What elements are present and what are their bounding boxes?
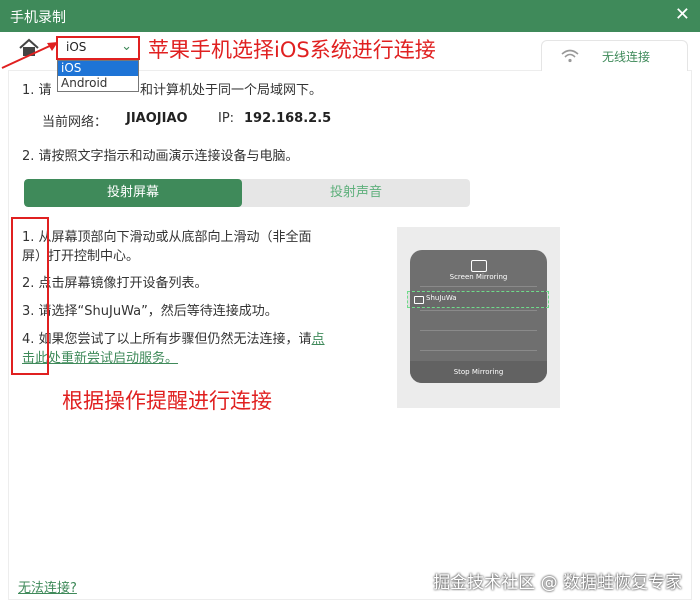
close-icon[interactable]: ✕ xyxy=(675,4,690,25)
os-option-ios[interactable]: iOS xyxy=(58,61,138,76)
window-title: 手机录制 xyxy=(10,10,66,26)
restart-service-link-a[interactable]: 点 xyxy=(312,332,325,347)
ip-value: 192.168.2.5 xyxy=(244,111,332,126)
step-4-text: 4. 如果您尝试了以上所有步骤但仍然无法连接，请 xyxy=(22,332,312,347)
device-icon xyxy=(414,296,424,304)
info-line1-suffix: 和计算机处于同一个局域网下。 xyxy=(140,83,323,98)
wifi-icon xyxy=(561,49,579,63)
os-option-android[interactable]: Android xyxy=(58,76,138,91)
divider xyxy=(420,350,537,351)
tab-cast-screen[interactable]: 投射屏幕 xyxy=(24,179,242,207)
step-1-line-a: 1. 从屏幕顶部向下滑动或从底部向上滑动（非全面 xyxy=(22,230,312,245)
device-row-highlight: ShuJuWa xyxy=(407,291,549,308)
watermark: 掘金技术社区 @ 数据蛙恢复专家 xyxy=(433,573,682,593)
step-3: 3. 请选择“ShuJuWa”，然后等待连接成功。 xyxy=(22,304,278,319)
network-label: 当前网络： xyxy=(42,115,108,130)
divider xyxy=(420,330,537,331)
annotation-steps-box xyxy=(11,217,49,375)
mode-tabs: 投射屏幕 投射声音 xyxy=(24,179,470,207)
annotation-arrow xyxy=(1,42,58,69)
ip-label: IP: xyxy=(218,111,235,126)
os-select-value: iOS xyxy=(66,40,87,54)
tab-wireless-connect[interactable]: 无线连接 xyxy=(541,40,688,71)
divider xyxy=(420,310,537,311)
os-select[interactable]: iOS ⌄ xyxy=(56,36,140,60)
annotation-follow-steps: 根据操作提醒进行连接 xyxy=(62,389,272,413)
phone-demo-panel: Screen Mirroring Stop Mirroring xyxy=(410,250,547,383)
phone-heading: Screen Mirroring xyxy=(449,273,508,281)
wireless-tab-label: 无线连接 xyxy=(602,50,651,64)
cannot-connect-link[interactable]: 无法连接? xyxy=(18,577,77,596)
phone-stop-label: Stop Mirroring xyxy=(453,368,504,376)
device-name: ShuJuWa xyxy=(426,294,457,302)
divider xyxy=(420,286,537,287)
title-bar: 手机录制 ✕ xyxy=(0,0,700,32)
screen-mirroring-icon xyxy=(471,260,487,272)
step-4-line-a: 4. 如果您尝试了以上所有步骤但仍然无法连接，请点 xyxy=(22,330,325,349)
chevron-down-icon: ⌄ xyxy=(121,39,132,54)
os-dropdown-list: iOS Android xyxy=(57,60,139,92)
network-name: JIAOJIAO xyxy=(126,111,188,126)
tab-cast-audio[interactable]: 投射声音 xyxy=(242,179,470,207)
annotation-choose-ios: 苹果手机选择iOS系统进行连接 xyxy=(148,38,436,62)
info-line1-prefix: 1. 请 xyxy=(22,83,52,98)
info-line2: 2. 请按照文字指示和动画演示连接设备与电脑。 xyxy=(22,149,299,164)
step-2: 2. 点击屏幕镜像打开设备列表。 xyxy=(22,276,208,291)
